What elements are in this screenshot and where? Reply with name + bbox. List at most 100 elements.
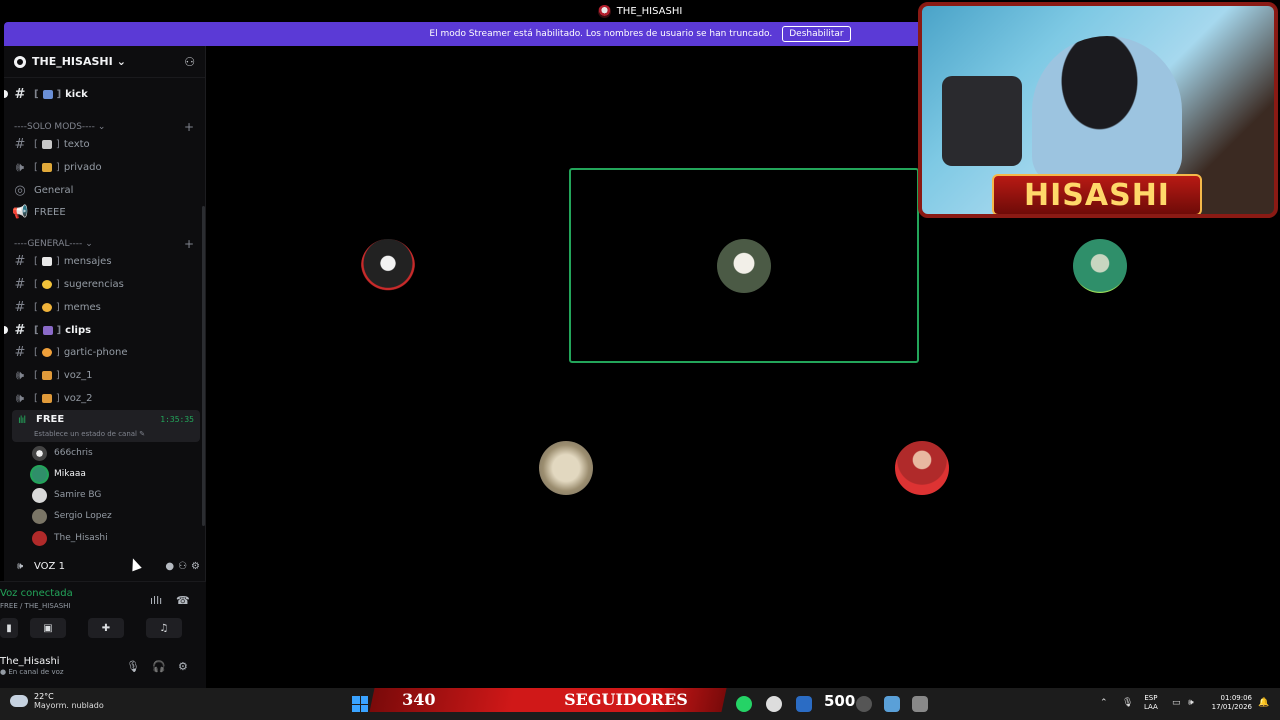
voice-user-mikaaa[interactable]: Mikaaa [32, 465, 86, 483]
chevron-up-icon[interactable]: ⌃ [1100, 698, 1108, 708]
active-voice-channel[interactable]: ılıl FREE 1:35:35 Establece un estado de… [12, 410, 200, 442]
clapper-emoji-icon [42, 325, 53, 335]
soundboard-button[interactable]: ♫ [146, 618, 182, 638]
avatar [32, 445, 47, 461]
gear-icon[interactable]: ⚙ [191, 561, 200, 572]
weather-desc: Mayorm. nublado [34, 701, 104, 710]
gear-icon[interactable]: ⚙ [178, 660, 188, 673]
video-tile-samire-bg[interactable] [569, 168, 919, 363]
invite-icon[interactable]: ⚇ [178, 561, 187, 572]
weather-widget[interactable]: 22°C Mayorm. nublado [10, 692, 104, 710]
video-tile-sergio-lopez[interactable] [391, 370, 741, 566]
start-button[interactable] [352, 696, 368, 712]
channel-gartic-phone[interactable]: # [] gartic-phone [12, 342, 200, 362]
category-solo-mods[interactable]: ----SOLO MODS---- ⌄ + [14, 120, 194, 134]
channel-voz-2[interactable]: 🕪 [] voz_2 [12, 388, 200, 408]
microphone-icon[interactable]: 🎙 [1122, 698, 1133, 708]
voice-location[interactable]: FREE / THE_HISASHI [0, 602, 70, 610]
channel-freee[interactable]: 📢 FREEE [12, 202, 200, 222]
screen-share-button[interactable]: ▣ [30, 618, 66, 638]
channel-memes[interactable]: # [] memes [12, 297, 200, 317]
follower-goal: 500 [824, 692, 856, 710]
add-channel-icon[interactable]: + [184, 120, 194, 134]
notification-bell-icon[interactable]: 🔔 [1258, 698, 1269, 708]
channel-status-prompt[interactable]: Establece un estado de canal ✎ [34, 430, 145, 438]
speaker-icon: 🕪 [15, 390, 25, 406]
webcam-streamer [1032, 36, 1182, 186]
avatar [32, 530, 47, 546]
voice-user-name: Mikaaa [54, 469, 86, 479]
app-icon[interactable] [796, 696, 812, 712]
voice-connected-label: Voz conectada [0, 588, 73, 599]
hashtag-icon: # [14, 253, 26, 269]
speaker-icon: 🕪 [15, 159, 25, 175]
voice-user-the-hisashi[interactable]: The_Hisashi [32, 529, 108, 547]
hashtag-icon: # [14, 136, 26, 152]
voice-channel-label: VOZ 1 [34, 560, 65, 572]
channel-clips[interactable]: # [] clips [4, 320, 200, 340]
app-icon[interactable] [856, 696, 872, 712]
app-icon[interactable] [912, 696, 928, 712]
add-member-icon[interactable]: ⚇ [184, 55, 195, 69]
unread-indicator [4, 90, 8, 98]
voice-wave-icon: ılıl [18, 415, 26, 426]
windows-taskbar: 22°C Mayorm. nublado 340 SEGUIDORES 500 … [0, 688, 1280, 720]
category-general[interactable]: ----GENERAL---- ⌄ + [14, 237, 194, 251]
system-clock[interactable]: 01:09:06 17/01/2026 [1206, 694, 1252, 712]
avatar [717, 238, 771, 293]
voice-channel-voz1[interactable]: 🕪 VOZ 1 ● ⚇ ⚙ [12, 557, 200, 575]
channel-label: General [34, 184, 74, 196]
app-icon[interactable] [884, 696, 900, 712]
channel-texto[interactable]: # [] texto [12, 134, 200, 154]
weather-temp: 22°C [34, 692, 54, 701]
stage-icon: ◎ [14, 182, 26, 198]
current-user-status: ● En canal de voz [0, 668, 64, 676]
channel-voz-1[interactable]: 🕪 [] voz_1 [12, 365, 200, 385]
streamer-mode-text: El modo Streamer está habilitado. Los no… [429, 29, 773, 39]
speaker-icon: 🕪 [16, 560, 24, 572]
voice-user-name: The_Hisashi [54, 533, 108, 543]
disconnect-icon[interactable]: ☎ [176, 594, 190, 607]
hashtag-icon: # [14, 299, 26, 315]
avatar [32, 508, 47, 524]
chatgpt-icon[interactable] [766, 696, 782, 712]
current-username[interactable]: The_Hisashi [0, 656, 60, 667]
avatar [32, 466, 47, 482]
voice-user-666chris[interactable]: 666chris [32, 444, 93, 462]
channel-privado[interactable]: 🕪 [] privado [12, 157, 200, 177]
thinking-emoji-icon [41, 279, 52, 289]
channel-mensajes[interactable]: # [] mensajes [12, 251, 200, 271]
channel-label: clips [65, 324, 92, 336]
voice-user-samire-bg[interactable]: Samire BG [32, 486, 101, 504]
add-channel-icon[interactable]: + [184, 237, 194, 251]
discord-app: THE_HISASHI El modo Streamer está habili… [0, 0, 1280, 720]
channel-label: sugerencias [63, 278, 124, 290]
screen-share-icon: ▣ [43, 622, 53, 634]
channel-sugerencias[interactable]: # [] sugerencias [12, 274, 200, 294]
streamer-brand-label: HISASHI [992, 174, 1202, 214]
channel-general-stage[interactable]: ◎ General [12, 180, 200, 200]
video-tile-666chris[interactable] [213, 168, 563, 363]
volume-icon[interactable]: 🕪 [1188, 698, 1194, 708]
channel-label: voz_2 [63, 392, 93, 404]
laughing-emoji-icon [41, 302, 52, 312]
sidebar-scrollbar[interactable] [202, 206, 205, 526]
avatar [361, 238, 415, 293]
chat-bubble-icon[interactable]: ● [165, 561, 174, 572]
channel-kick[interactable]: # [] kick [4, 84, 200, 104]
noise-suppression-icon[interactable]: ıllı [150, 594, 162, 607]
chevron-down-icon: ⌄ [116, 55, 126, 68]
tv-emoji-icon [42, 89, 53, 99]
camera-icon: ▮ [6, 622, 12, 634]
camera-button[interactable]: ▮ [0, 618, 18, 638]
whatsapp-icon[interactable] [736, 696, 752, 712]
headphones-icon[interactable]: 🎧 [152, 660, 166, 673]
network-icon[interactable]: ▭ [1172, 698, 1181, 708]
activities-button[interactable]: ✚ [88, 618, 124, 638]
video-tile-the-hisashi[interactable] [747, 370, 1097, 566]
server-header[interactable]: THE_HISASHI ⌄ ⚇ [4, 46, 205, 78]
disable-streamer-mode-button[interactable]: Deshabilitar [782, 26, 851, 42]
language-indicator[interactable]: ESP LAA [1144, 694, 1158, 712]
voice-user-sergio-lopez[interactable]: Sergio Lopez [32, 507, 112, 525]
microphone-icon[interactable]: 🎙 [126, 660, 140, 673]
